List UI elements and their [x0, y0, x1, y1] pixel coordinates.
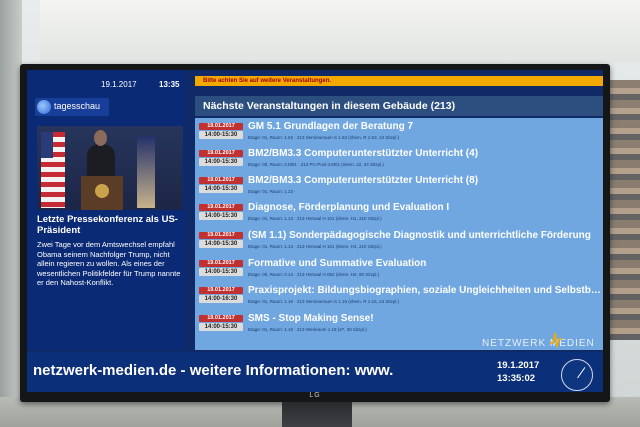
event-date: 19.01.2017: [199, 150, 243, 157]
event-date: 19.01.2017: [199, 287, 243, 294]
event-item: 19.01.2017 14:00-16:30 Praxisprojekt: Bi…: [195, 284, 603, 311]
event-time: 14:00-15:30: [199, 131, 243, 139]
event-title: Praxisprojekt: Bildungsbiographien, sozi…: [248, 285, 602, 296]
bottom-ticker: netzwerk-medien.de - weitere Information…: [27, 352, 603, 392]
event-title: GM 5.1 Grundlagen der Beratung 7: [248, 121, 414, 132]
ticker-time: 13:35:02: [497, 373, 536, 384]
tv-monitor: 19.1.2017 13:35 tagesschau Letzte Presse…: [20, 64, 610, 402]
news-time: 13:35: [159, 80, 180, 89]
event-item: 19.01.2017 14:00-15:30 Formative und Sum…: [195, 257, 603, 284]
presidential-flag: [137, 136, 155, 208]
event-date: 19.01.2017: [199, 260, 243, 267]
event-time: 14:00-16:30: [199, 295, 243, 303]
event-title: BM2/BM3.3 Computerunterstützter Unterric…: [248, 148, 479, 159]
event-item: 19.01.2017 14:00-15:30 SMS - Stop Making…: [195, 312, 603, 339]
news-headline: Letzte Pressekonferenz als US-Präsident: [37, 214, 178, 236]
news-source: tagesschau: [54, 101, 101, 111]
tagesschau-logo: tagesschau: [35, 98, 109, 116]
event-item: 19.01.2017 14:00-15:30 BM2/BM3.3 Compute…: [195, 147, 603, 174]
speaker-head: [94, 130, 107, 146]
news-panel: 19.1.2017 13:35 tagesschau Letzte Presse…: [27, 70, 185, 350]
event-title: Formative und Summative Evaluation: [248, 258, 427, 269]
event-time: 14:00-15:30: [199, 240, 243, 248]
globe-icon: [37, 100, 51, 114]
event-detail: Etage: 01, Raum: 1.13 · 213 Hörsaal H 10…: [248, 244, 382, 249]
event-title: Diagnose, Förderplanung und Evaluation I: [248, 202, 450, 213]
event-time: 14:00-15:30: [199, 323, 243, 331]
event-detail: Etage: 01, Raum: 1.16 · 213 Seminarraum …: [248, 299, 400, 304]
clock-hand: [577, 367, 586, 379]
event-time: 14:00-15:30: [199, 158, 243, 166]
event-date: 19.01.2017: [199, 177, 243, 184]
events-list: 19.01.2017 14:00-15:30 GM 5.1 Grundlagen…: [195, 118, 603, 350]
event-date: 19.01.2017: [199, 123, 243, 130]
event-date: 19.01.2017: [199, 232, 243, 239]
event-detail: Etage: 01, Raum: 1.23 ·: [248, 189, 296, 194]
event-title: SMS - Stop Making Sense!: [248, 313, 374, 324]
event-item: 19.01.2017 14:00-15:30 BM2/BM3.3 Compute…: [195, 174, 603, 201]
background-window: [40, 0, 640, 62]
event-item: 19.01.2017 14:00-15:30 (SM 1.1) Sonderpä…: [195, 229, 603, 256]
background-wall: [0, 0, 22, 427]
event-detail: Etage: 00, Raum: 0.M01 · 213 PC-Pool 0.M…: [248, 162, 384, 167]
events-header: Nächste Veranstaltungen in diesem Gebäud…: [195, 96, 603, 116]
event-time: 14:00-15:30: [199, 212, 243, 220]
notice-banner: Bitte achten Sie auf weitere Veranstaltu…: [195, 76, 603, 86]
pulse-wave-icon: [550, 332, 562, 348]
ticker-date: 19.1.2017: [497, 360, 540, 371]
tv-brand-logo: LG: [309, 392, 321, 399]
us-flag: [41, 132, 65, 208]
event-detail: Etage: 01, Raum: 1.13 · 213 Hörsaal H 10…: [248, 216, 382, 221]
ticker-text: netzwerk-medien.de - weitere Information…: [33, 362, 394, 379]
event-detail: Etage: 01, Raum: 1.18 · 213 Werkraum 1.1…: [248, 327, 367, 332]
background-shelf: [610, 80, 640, 340]
event-time: 14:00-15:30: [199, 268, 243, 276]
event-date: 19.01.2017: [199, 315, 243, 322]
analog-clock-icon: [561, 359, 593, 391]
event-title: BM2/BM3.3 Computerunterstützter Unterric…: [248, 175, 479, 186]
event-date: 19.01.2017: [199, 204, 243, 211]
netzwerk-medien-logo: NETZWERK MEDIEN: [482, 338, 595, 349]
event-title: (SM 1.1) Sonderpädagogische Diagnostik u…: [248, 230, 591, 241]
event-time: 14:00-15:30: [199, 185, 243, 193]
event-item: 19.01.2017 14:00-15:30 GM 5.1 Grundlagen…: [195, 120, 603, 147]
digital-signage-screen: 19.1.2017 13:35 tagesschau Letzte Presse…: [27, 70, 603, 392]
presidential-seal: [95, 184, 109, 198]
tv-stand: [282, 402, 352, 427]
event-item: 19.01.2017 14:00-15:30 Diagnose, Förderp…: [195, 201, 603, 228]
event-detail: Etage: 01, Raum: 1.63 · 213 Seminarraum …: [248, 135, 400, 140]
event-detail: Etage: 00, Raum: 0.14 · 213 Hörsaal H 06…: [248, 272, 380, 277]
news-date: 19.1.2017: [101, 80, 137, 89]
news-photo: [37, 126, 183, 210]
news-body: Zwei Tage vor dem Amtswechsel empfahl Ob…: [37, 240, 181, 287]
